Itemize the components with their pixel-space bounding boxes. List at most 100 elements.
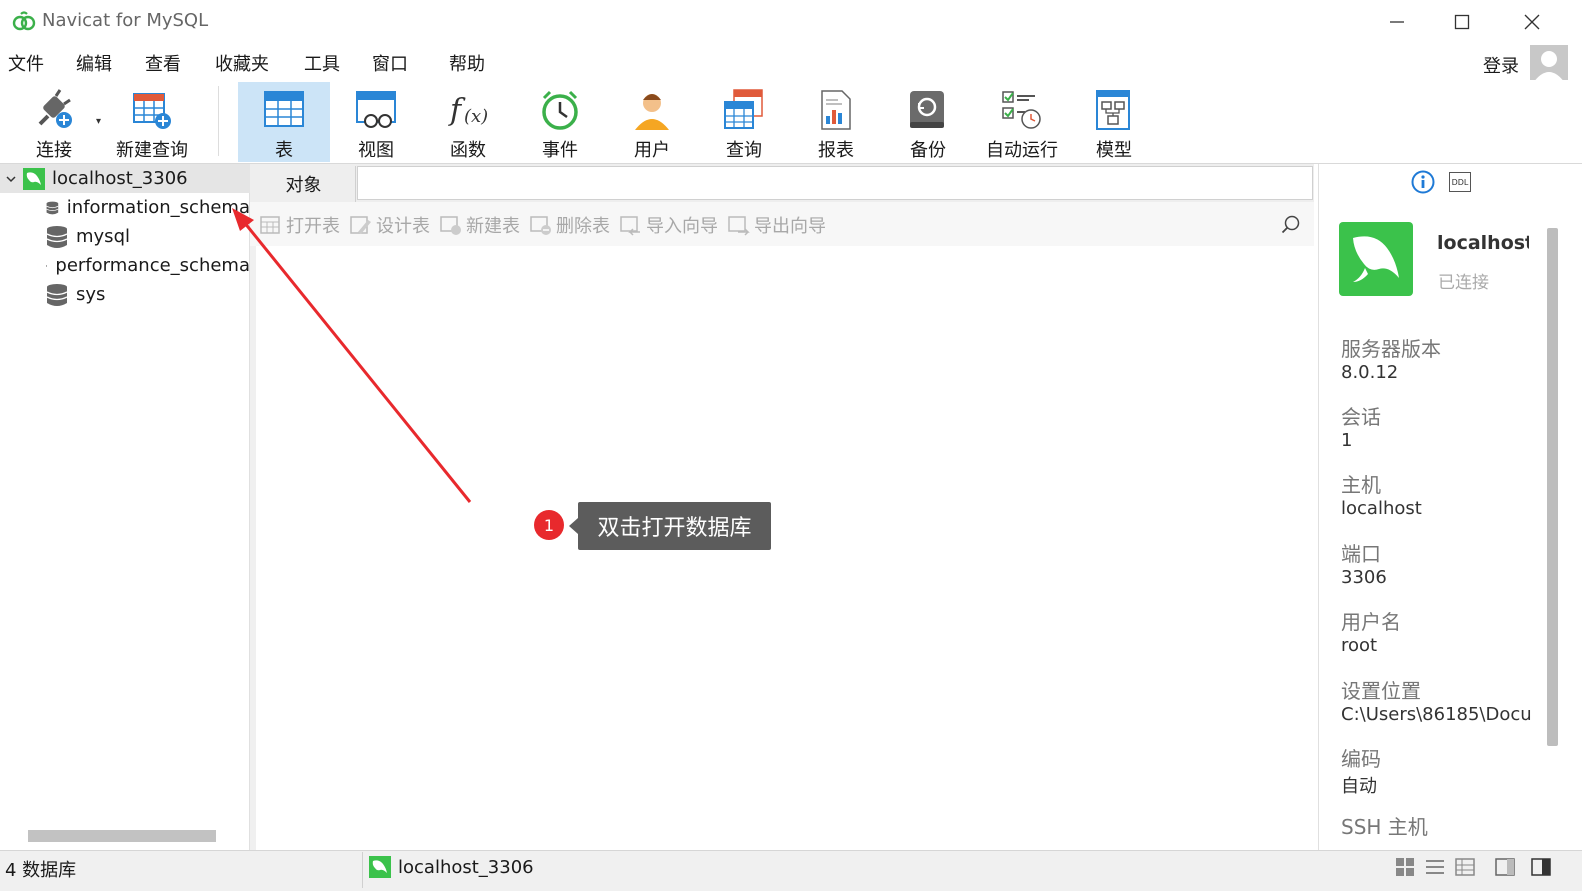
tab-empty-area [357,166,1313,200]
menu-file[interactable]: 文件 [8,50,44,76]
tree-horizontal-scrollbar[interactable] [28,830,216,842]
query-label: 查询 [726,140,762,161]
info-pane-toggle-icon[interactable] [1530,856,1552,878]
close-button[interactable] [1498,0,1566,44]
view-label: 视图 [358,140,394,161]
import-icon [620,216,640,236]
login-link[interactable]: 登录 [1483,52,1519,78]
field-label-encoding: 编码 [1341,747,1381,771]
automation-label: 自动运行 [986,140,1058,161]
annotation-callout: 双击打开数据库 [569,502,771,550]
export-wizard-button[interactable]: 导出向导 [728,212,826,238]
toolbar-separator [218,86,219,156]
menu-help[interactable]: 帮助 [449,50,485,76]
status-bar [0,850,1582,891]
database-icon [46,264,48,267]
event-button[interactable]: 事件 [514,82,606,162]
server-status: 已连接 [1438,273,1489,293]
info-icon[interactable] [1411,170,1435,194]
status-connection: localhost_3306 [368,854,534,880]
new-query-button[interactable]: 新建查询 [106,82,198,162]
tree-database-label: sys [76,284,106,305]
field-value-host: localhost [1341,498,1422,519]
user-avatar[interactable] [1530,45,1568,83]
detail-view-icon[interactable] [1454,856,1476,878]
import-wizard-button[interactable]: 导入向导 [620,212,718,238]
design-table-button[interactable]: 设计表 [350,212,430,238]
field-label-port: 端口 [1341,542,1381,566]
delete-table-icon [530,216,551,235]
view-button[interactable]: 视图 [330,82,422,162]
report-label: 报表 [818,140,854,161]
svg-text:(x): (x) [464,106,488,127]
panel-toggle-icon[interactable] [1494,856,1516,878]
menu-view[interactable]: 查看 [145,50,181,76]
tree-database-mysql[interactable]: mysql [0,222,250,251]
server-name: localhost_ [1437,232,1529,254]
function-fx-icon: f (x) [448,93,488,128]
field-label-server-version: 服务器版本 [1341,337,1441,361]
field-label-host: 主机 [1341,473,1381,497]
connect-dropdown-arrow[interactable]: ▾ [96,116,101,127]
info-vertical-scrollbar[interactable] [1547,228,1558,746]
database-icon [46,225,68,248]
user-label: 用户 [634,140,670,161]
open-table-icon [260,216,280,234]
maximize-button[interactable] [1428,0,1496,44]
design-table-icon [350,216,371,234]
table-icon [264,91,304,127]
navicat-logo-icon [12,11,36,31]
export-icon [728,216,750,236]
tree-database-information-schema[interactable]: information_schema [0,193,250,222]
database-icon [46,201,59,214]
report-button[interactable]: 报表 [790,82,882,162]
mysql-server-logo [1339,222,1413,296]
query-button[interactable]: 查询 [698,82,790,162]
search-icon[interactable] [1280,214,1302,236]
plug-connect-icon [38,89,72,128]
maximize-icon [1454,14,1470,30]
field-label-settings-location: 设置位置 [1341,679,1421,703]
minimize-button[interactable] [1363,0,1431,44]
delete-table-button[interactable]: 删除表 [530,212,610,238]
open-table-button[interactable]: 打开表 [260,212,340,238]
objects-content-area[interactable] [256,246,1314,850]
field-value-settings-location: C:\Users\86185\Docur [1341,704,1531,725]
connect-label: 连接 [36,140,72,161]
model-label: 模型 [1096,140,1132,161]
report-icon [821,90,851,130]
new-table-icon [440,216,461,235]
alarm-clock-icon [542,90,578,130]
ddl-icon[interactable]: DDL [1449,172,1471,192]
menu-tools[interactable]: 工具 [304,50,340,76]
tree-database-label: mysql [76,226,130,247]
tree-database-performance-schema[interactable]: performance_schema [0,251,250,280]
list-view-icon[interactable] [1424,856,1446,878]
chevron-down-icon[interactable] [0,164,22,193]
status-divider [362,852,363,888]
backup-button[interactable]: 备份 [882,82,974,162]
connect-button[interactable]: 连接 [8,82,100,162]
field-label-ssh-host: SSH 主机 [1341,815,1428,839]
backup-label: 备份 [910,140,946,161]
mysql-connection-icon [369,856,391,878]
automation-button[interactable]: 自动运行 [976,82,1068,162]
model-button[interactable]: 模型 [1068,82,1160,162]
table-label: 表 [275,140,293,161]
tree-connection-localhost[interactable]: localhost_3306 [0,164,250,193]
tab-objects[interactable]: 对象 [252,166,356,202]
menu-edit[interactable]: 编辑 [76,50,112,76]
menu-window[interactable]: 窗口 [372,50,408,76]
close-icon [1524,14,1540,30]
table-button[interactable]: 表 [238,82,330,162]
tree-database-sys[interactable]: sys [0,280,250,309]
field-label-username: 用户名 [1341,610,1401,634]
function-label: 函数 [450,140,486,161]
grid-view-icon[interactable] [1394,856,1416,878]
menu-favorites[interactable]: 收藏夹 [215,50,269,76]
new-table-button[interactable]: 新建表 [440,212,520,238]
user-button[interactable]: 用户 [606,82,698,162]
window-title: Navicat for MySQL [42,10,209,31]
field-value-username: root [1341,635,1378,656]
function-button[interactable]: f (x) 函数 [422,82,514,162]
